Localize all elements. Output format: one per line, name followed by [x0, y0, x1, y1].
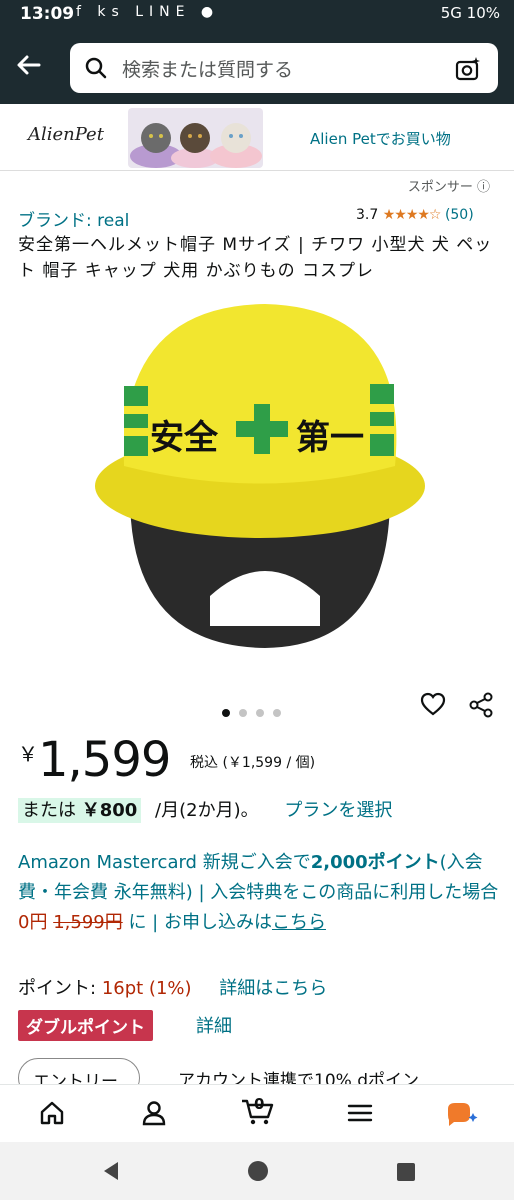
- search-placeholder[interactable]: 検索または質問する: [122, 55, 293, 82]
- card-offer-points: 2,000ポイント: [310, 852, 440, 873]
- camera-search-icon[interactable]: [454, 55, 482, 83]
- status-bar: 13:09 f ks LINE ● 5G 10%: [0, 0, 514, 30]
- installment-plan: または ￥800 /月(2か月)。 プランを選択: [18, 796, 392, 823]
- price-amount: 1,599: [38, 732, 171, 788]
- helmet-text-left: 安全: [150, 418, 218, 458]
- rating[interactable]: 3.7 ★★★★☆ (50): [356, 207, 474, 223]
- carousel-dot[interactable]: [239, 709, 247, 717]
- rating-count[interactable]: (50): [445, 207, 474, 223]
- product-title: 安全第一ヘルメット帽子 Mサイズ | チワワ 小型犬 犬 ペット 帽子 キャップ…: [18, 235, 493, 281]
- ad-cta-link[interactable]: Alien Petでお買い物: [310, 128, 451, 149]
- plan-prefix: または: [22, 800, 76, 821]
- points-details-link[interactable]: 詳細はこちら: [219, 978, 327, 999]
- home-icon[interactable]: [38, 1099, 66, 1127]
- carousel-dot[interactable]: [256, 709, 264, 717]
- card-offer-price-before: 1,599円: [53, 912, 123, 933]
- brand-logo: AlienPet: [28, 124, 104, 145]
- account-icon[interactable]: [140, 1099, 168, 1127]
- menu-icon[interactable]: [346, 1099, 374, 1127]
- card-offer-link[interactable]: こちら: [272, 912, 326, 933]
- points-value: 16pt (1%): [101, 978, 192, 999]
- helmet-text-right: 第一: [296, 418, 364, 458]
- plan-suffix: /月(2か月)。: [155, 800, 259, 821]
- card-offer[interactable]: Amazon Mastercard 新規ご入会で2,000ポイント(入会費・年会…: [18, 848, 504, 938]
- brand-link[interactable]: ブランド: real: [18, 206, 129, 231]
- share-icon[interactable]: [468, 692, 494, 718]
- rating-value: 3.7: [356, 207, 379, 223]
- points-label: ポイント:: [18, 978, 97, 999]
- system-nav-bar: [0, 1142, 514, 1200]
- assistant-icon[interactable]: [444, 1099, 478, 1129]
- plan-amount: ￥800: [81, 800, 138, 821]
- product-image[interactable]: [90, 296, 430, 656]
- heart-icon[interactable]: [420, 692, 446, 718]
- sponsored-banner[interactable]: AlienPet Alien Petでお買い物: [0, 104, 514, 171]
- system-back-icon[interactable]: [100, 1160, 122, 1182]
- cart-count: 0: [254, 1095, 265, 1113]
- points-row: ポイント: 16pt (1%) 詳細はこちら: [18, 974, 327, 1000]
- back-arrow-icon[interactable]: [14, 50, 44, 80]
- double-point-badge: ダブルポイント: [18, 1010, 153, 1041]
- card-offer-price-after: 0円: [18, 912, 48, 933]
- sponsored-label[interactable]: スポンサー ⓘ: [408, 176, 490, 195]
- ad-cats-image: [128, 108, 263, 168]
- carousel-dot[interactable]: [273, 709, 281, 717]
- search-bar[interactable]: 検索または質問する: [70, 43, 498, 93]
- tax-note: 税込 (￥1,599 / 個): [190, 755, 316, 771]
- system-home-icon[interactable]: [247, 1160, 269, 1182]
- header: 検索または質問する: [0, 30, 514, 104]
- status-time: 13:09: [20, 4, 75, 24]
- card-offer-text3: に | お申し込みは: [128, 912, 272, 933]
- card-offer-text1: Amazon Mastercard 新規ご入会で: [18, 852, 311, 873]
- carousel-dot[interactable]: [222, 709, 230, 717]
- price: ￥1,599: [18, 732, 171, 788]
- select-plan-link[interactable]: プランを選択: [284, 800, 392, 821]
- status-notification-icons: f ks LINE ●: [76, 4, 220, 20]
- plan-highlight: または ￥800: [18, 798, 142, 823]
- price-currency: ￥: [18, 742, 38, 766]
- status-battery: 5G 10%: [440, 4, 500, 22]
- search-icon: [85, 57, 107, 79]
- rating-stars-icon: ★★★★☆: [382, 207, 442, 223]
- image-carousel-dots[interactable]: [222, 702, 290, 721]
- bottom-nav: 0: [0, 1084, 514, 1143]
- system-recents-icon[interactable]: [396, 1162, 416, 1182]
- double-point-details-link[interactable]: 詳細: [196, 1012, 232, 1038]
